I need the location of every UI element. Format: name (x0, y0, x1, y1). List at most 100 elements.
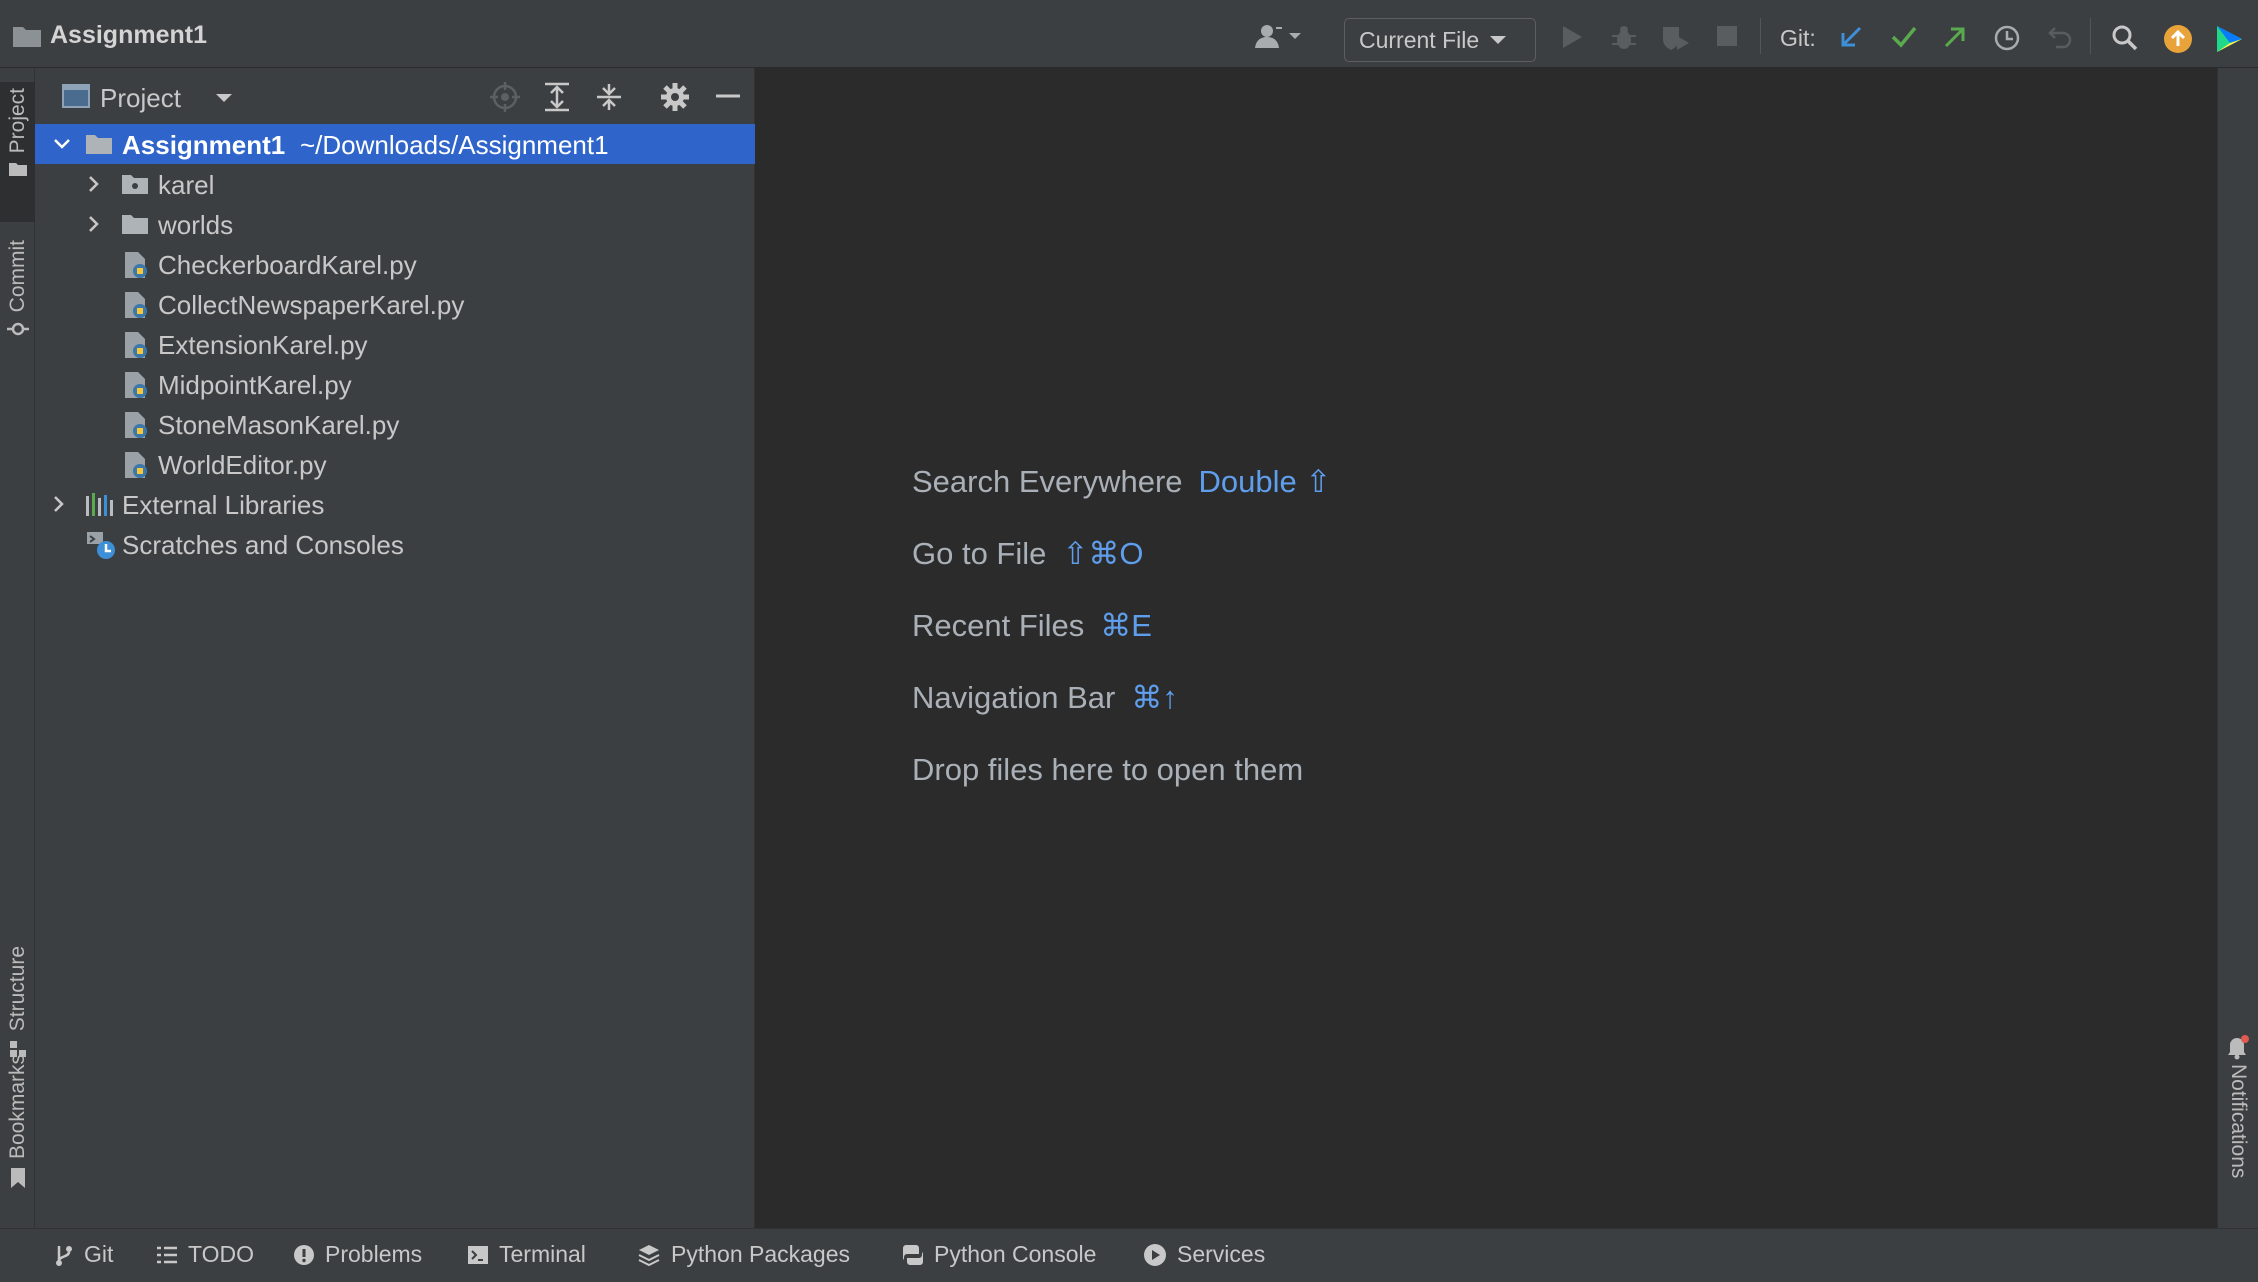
bottom-tab-services[interactable]: Services (1143, 1241, 1265, 1268)
tree-file-row[interactable]: WorldEditor.py (35, 444, 755, 484)
drop-files-text: Drop files here to open them (912, 752, 1304, 787)
editor-empty-area[interactable]: Search Everywhere Double ⇧ Go to File ⇧⌘… (755, 68, 2217, 1228)
git-update-icon[interactable] (1838, 24, 1864, 50)
bottom-tab-python-packages[interactable]: Python Packages (637, 1241, 850, 1268)
tool-tab-notifications-label: Notifications (2227, 1064, 2250, 1179)
tree-root-name: Assignment1 (122, 130, 286, 160)
package-folder-icon (121, 173, 149, 195)
tree-file-row[interactable]: CollectNewspaperKarel.py (35, 284, 755, 324)
project-tool-window: Project Assignment1 ~/Downloads/Assignme… (35, 68, 755, 1228)
chevron-right-icon[interactable] (52, 495, 66, 513)
locate-file-icon[interactable] (490, 82, 520, 112)
debug-icon[interactable] (1610, 24, 1638, 52)
chevron-right-icon[interactable] (87, 215, 101, 233)
git-commit-icon[interactable] (1890, 24, 1918, 50)
bottom-tab-label: Git (84, 1241, 114, 1267)
hint-recent-files: Recent Files ⌘E (912, 608, 1152, 644)
python-file-icon (123, 291, 149, 319)
right-tool-strip: Notifications (2217, 68, 2258, 1228)
python-console-icon (902, 1244, 924, 1266)
git-push-icon[interactable] (1942, 24, 1968, 50)
hint-go-to-file: Go to File ⇧⌘O (912, 536, 1143, 572)
tree-external-libraries[interactable]: External Libraries (35, 484, 755, 524)
notifications-bell-icon (2226, 1034, 2250, 1060)
hint-label: Go to File (912, 536, 1047, 571)
tool-tab-project-label: Project (5, 88, 29, 154)
python-file-icon (123, 451, 149, 479)
bookmark-icon (9, 1167, 27, 1189)
folder-icon (12, 24, 42, 48)
rollback-icon[interactable] (2047, 24, 2073, 50)
python-file-icon (123, 251, 149, 279)
bottom-tab-python-console[interactable]: Python Console (902, 1241, 1096, 1268)
bottom-tab-label: Terminal (499, 1241, 586, 1267)
bottom-tab-terminal[interactable]: Terminal (467, 1241, 586, 1268)
hint-shortcut: ⌘E (1100, 608, 1152, 643)
chevron-down-icon[interactable] (215, 92, 233, 104)
chevron-down-icon (1288, 31, 1302, 41)
hint-label: Recent Files (912, 608, 1085, 643)
bottom-tab-problems[interactable]: Problems (293, 1241, 422, 1268)
project-panel-header: Project (35, 68, 755, 124)
left-tool-strip: Project Commit Structure Bookmarks (0, 68, 35, 1228)
tool-tab-commit[interactable]: Commit (0, 236, 35, 416)
user-icon (1254, 23, 1284, 49)
collapse-all-icon[interactable] (595, 82, 623, 112)
folder-icon (121, 213, 149, 235)
stop-icon[interactable] (1715, 24, 1739, 48)
tree-file-row[interactable]: MidpointKarel.py (35, 364, 755, 404)
project-view-select[interactable]: Project (100, 83, 181, 114)
expand-all-icon[interactable] (543, 82, 571, 112)
search-icon[interactable] (2111, 24, 2139, 52)
bottom-tool-bar: Git TODO Problems Terminal Python Packag… (0, 1228, 2258, 1282)
tree-scratches-and-consoles[interactable]: Scratches and Consoles (35, 524, 755, 564)
bottom-tab-label: Problems (325, 1241, 423, 1267)
tree-file-row[interactable]: ExtensionKarel.py (35, 324, 755, 364)
tool-tab-structure[interactable]: Structure (0, 874, 35, 1058)
python-file-icon (123, 411, 149, 439)
run-icon[interactable] (1560, 24, 1584, 50)
bottom-tab-git[interactable]: Git (54, 1241, 113, 1268)
folder-icon (8, 161, 28, 177)
tree-file-row[interactable]: CheckerboardKarel.py (35, 244, 755, 284)
chevron-right-icon[interactable] (87, 175, 101, 193)
jetbrains-logo-icon[interactable] (2214, 24, 2244, 54)
tree-file-label: CheckerboardKarel.py (158, 250, 417, 280)
bottom-tab-label: Python Packages (671, 1241, 851, 1267)
project-title[interactable]: Assignment1 (50, 21, 207, 50)
chevron-down-icon (1489, 34, 1507, 46)
services-icon (1143, 1243, 1167, 1267)
chevron-down-icon[interactable] (53, 137, 71, 151)
tree-file-label: CollectNewspaperKarel.py (158, 290, 465, 320)
bottom-tab-todo[interactable]: TODO (156, 1241, 254, 1268)
tool-tab-bookmarks[interactable]: Bookmarks (0, 1048, 35, 1208)
tree-root-assignment1[interactable]: Assignment1 ~/Downloads/Assignment1 (35, 124, 755, 164)
tool-tab-bookmarks-label: Bookmarks (5, 1054, 29, 1160)
commit-icon (6, 320, 29, 338)
run-configuration-select[interactable]: Current File (1344, 18, 1536, 62)
tree-file-label: ExtensionKarel.py (158, 330, 368, 360)
ide-update-icon[interactable] (2163, 24, 2193, 54)
user-menu-button[interactable] (1254, 23, 1302, 49)
gear-icon[interactable] (660, 82, 690, 112)
toolbar-separator (1760, 18, 1761, 54)
tree-file-row[interactable]: StoneMasonKarel.py (35, 404, 755, 444)
todo-list-icon (156, 1245, 178, 1265)
tree-folder-karel[interactable]: karel (35, 164, 755, 204)
history-icon[interactable] (1993, 24, 2021, 52)
scratches-icon (85, 530, 117, 560)
toolbar-separator (2090, 18, 2091, 54)
git-branch-icon (54, 1243, 74, 1267)
tool-tab-notifications[interactable]: Notifications (2218, 1034, 2258, 1178)
python-file-icon (123, 331, 149, 359)
main-toolbar: Assignment1 Current File Git: (0, 0, 2258, 68)
bottom-tab-label: Services (1177, 1241, 1266, 1267)
library-icon (85, 492, 113, 516)
tree-scratches-label: Scratches and Consoles (122, 530, 404, 560)
hint-label: Search Everywhere (912, 464, 1183, 499)
tree-folder-worlds[interactable]: worlds (35, 204, 755, 244)
hide-panel-icon[interactable] (715, 86, 741, 106)
coverage-icon[interactable] (1660, 24, 1690, 52)
tool-tab-project[interactable]: Project (0, 82, 35, 222)
hint-drop-files: Drop files here to open them (912, 752, 1303, 788)
